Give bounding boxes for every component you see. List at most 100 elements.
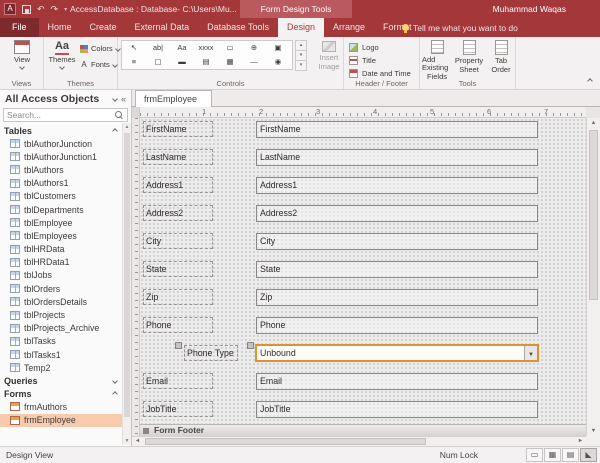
option-group-icon[interactable]: ▢	[146, 55, 170, 69]
horizontal-scrollbar-thumb[interactable]	[145, 438, 426, 445]
nav-item-tblhrdata[interactable]: tblHRData	[0, 243, 131, 256]
nav-item-tblemployee[interactable]: tblEmployee	[0, 216, 131, 229]
save-icon[interactable]	[22, 5, 31, 14]
scroll-down-icon[interactable]: ▼	[123, 438, 131, 444]
scroll-down-icon[interactable]: ▼	[587, 428, 600, 434]
nav-scrollbar-thumb[interactable]	[124, 133, 130, 417]
combo-box-icon[interactable]: ▤	[194, 55, 218, 69]
design-grid[interactable]: Form Footer FirstNameFirstNameLastNameLa…	[140, 118, 586, 436]
document-tab-frmemployee[interactable]: frmEmployee	[135, 90, 212, 107]
ribbon-tab-arrange[interactable]: Arrange	[324, 18, 374, 37]
field-textbox-state[interactable]: State	[256, 261, 538, 278]
signed-in-user[interactable]: Muhammad Waqas	[493, 4, 566, 14]
field-textbox-city[interactable]: City	[256, 233, 538, 250]
nav-item-tblprojects[interactable]: tblProjects	[0, 308, 131, 321]
field-label-address2[interactable]: Address2	[143, 205, 213, 221]
ribbon-tab-database-tools[interactable]: Database Tools	[198, 18, 278, 37]
label-icon[interactable]: Aa	[170, 41, 194, 55]
nav-scrollbar[interactable]: ▲ ▼	[122, 123, 131, 445]
text-box-icon[interactable]: ab|	[146, 41, 170, 55]
nav-section-forms[interactable]: Forms	[0, 387, 131, 400]
fonts-button[interactable]: A Fonts	[80, 58, 117, 71]
nav-item-tbltasks[interactable]: tblTasks	[0, 335, 131, 348]
field-textbox-address1[interactable]: Address1	[256, 177, 538, 194]
scroll-right-icon[interactable]: ►	[575, 437, 586, 446]
search-icon[interactable]	[115, 111, 124, 120]
nav-item-tbljobs[interactable]: tblJobs	[0, 269, 131, 282]
datasheet-view-button[interactable]: ▦	[544, 448, 561, 462]
horizontal-ruler[interactable]: 1234567	[132, 107, 586, 118]
nav-item-tblhrdata1[interactable]: tblHRData1	[0, 256, 131, 269]
line-icon[interactable]: —	[242, 55, 266, 69]
nav-item-tblauthorjunction[interactable]: tblAuthorJunction	[0, 137, 131, 150]
design-view-button[interactable]: ◣	[580, 448, 597, 462]
add-existing-fields-button[interactable]: Add ExistingFields	[422, 39, 452, 81]
redo-icon[interactable]: ↷	[51, 3, 59, 15]
toggle-button-icon[interactable]: ◉	[266, 55, 290, 69]
form-select-corner[interactable]	[132, 107, 140, 118]
vertical-scrollbar[interactable]: ▲ ▼	[586, 118, 600, 436]
field-textbox-phone[interactable]: Phone	[256, 317, 538, 334]
horizontal-scrollbar[interactable]: ◄ ►	[132, 436, 586, 446]
themes-button[interactable]: Aa Themes	[47, 40, 77, 80]
tab-control-icon[interactable]: ▭	[218, 41, 242, 55]
ribbon-tab-create[interactable]: Create	[81, 18, 126, 37]
nav-item-tblordersdetails[interactable]: tblOrdersDetails	[0, 295, 131, 308]
nav-item-temp2[interactable]: Temp2	[0, 361, 131, 374]
ribbon-tab-file[interactable]: File	[0, 18, 39, 37]
tell-me-box[interactable]: Tell me what you want to do	[402, 18, 518, 37]
nav-section-tables[interactable]: Tables	[0, 124, 131, 137]
nav-item-tblorders[interactable]: tblOrders	[0, 282, 131, 295]
nav-item-tbldepartments[interactable]: tblDepartments	[0, 203, 131, 216]
field-textbox-address2[interactable]: Address2	[256, 205, 538, 222]
date-and-time-button[interactable]: Date and Time	[349, 67, 411, 79]
chart-icon[interactable]: ▦	[218, 55, 242, 69]
insert-image-button[interactable]: Insert Image	[312, 41, 346, 83]
navigation-control-icon[interactable]: ≡	[122, 55, 146, 69]
page-break-icon[interactable]: ▬	[170, 55, 194, 69]
gallery-more-button[interactable]: ▾	[295, 61, 307, 71]
field-label-firstname[interactable]: FirstName	[143, 121, 213, 137]
field-textbox-zip[interactable]: Zip	[256, 289, 538, 306]
nav-item-tblemployees[interactable]: tblEmployees	[0, 229, 131, 242]
colors-button[interactable]: Colors	[80, 42, 120, 55]
move-handle[interactable]	[175, 342, 182, 349]
logo-button[interactable]: Logo	[349, 41, 379, 53]
search-input[interactable]: Search...	[3, 108, 128, 122]
select-icon[interactable]: ↖	[122, 41, 146, 55]
ribbon-tab-external-data[interactable]: External Data	[126, 18, 199, 37]
field-textbox-firstname[interactable]: FirstName	[256, 121, 538, 138]
nav-item-tblprojects-archive[interactable]: tblProjects_Archive	[0, 322, 131, 335]
field-label-jobtitle[interactable]: JobTitle	[143, 401, 213, 417]
undo-icon[interactable]: ↶	[37, 3, 45, 15]
view-button[interactable]: View	[5, 40, 39, 80]
field-label-phone-type[interactable]: Phone Type	[184, 345, 238, 361]
combo-dropdown-button[interactable]: ▼	[524, 346, 537, 360]
field-textbox-email[interactable]: Email	[256, 373, 538, 390]
field-label-lastname[interactable]: LastName	[143, 149, 213, 165]
field-label-email[interactable]: Email	[143, 373, 213, 389]
nav-item-frmauthors[interactable]: frmAuthors	[0, 400, 131, 413]
nav-item-tblcustomers[interactable]: tblCustomers	[0, 190, 131, 203]
scroll-up-icon[interactable]: ▲	[123, 124, 131, 130]
collapse-ribbon-icon[interactable]	[587, 78, 593, 84]
form-footer-section-bar[interactable]: Form Footer	[140, 424, 586, 436]
chevron-down-icon[interactable]	[112, 96, 118, 102]
nav-item-frmemployee[interactable]: frmEmployee	[0, 414, 131, 427]
layout-view-button[interactable]: ▤	[562, 448, 579, 462]
button-icon[interactable]: xxxx	[194, 41, 218, 55]
field-label-state[interactable]: State	[143, 261, 213, 277]
title-button[interactable]: Title	[349, 54, 376, 66]
field-label-address1[interactable]: Address1	[143, 177, 213, 193]
gallery-scroll-up-button[interactable]: ▴	[295, 40, 307, 51]
field-combobox-phone-type[interactable]: Unbound▼	[255, 344, 539, 362]
ribbon-tab-design[interactable]: Design	[278, 18, 324, 37]
gallery-scroll-down-button[interactable]: ▾	[295, 51, 307, 61]
move-handle[interactable]	[247, 342, 254, 349]
property-sheet-button[interactable]: PropertySheet	[454, 39, 484, 81]
field-label-phone[interactable]: Phone	[143, 317, 213, 333]
qat-customize-icon[interactable]: ▾	[64, 6, 67, 13]
form-view-button[interactable]: ▭	[526, 448, 543, 462]
nav-item-tbltasks1[interactable]: tblTasks1	[0, 348, 131, 361]
scroll-up-icon[interactable]: ▲	[587, 120, 600, 126]
